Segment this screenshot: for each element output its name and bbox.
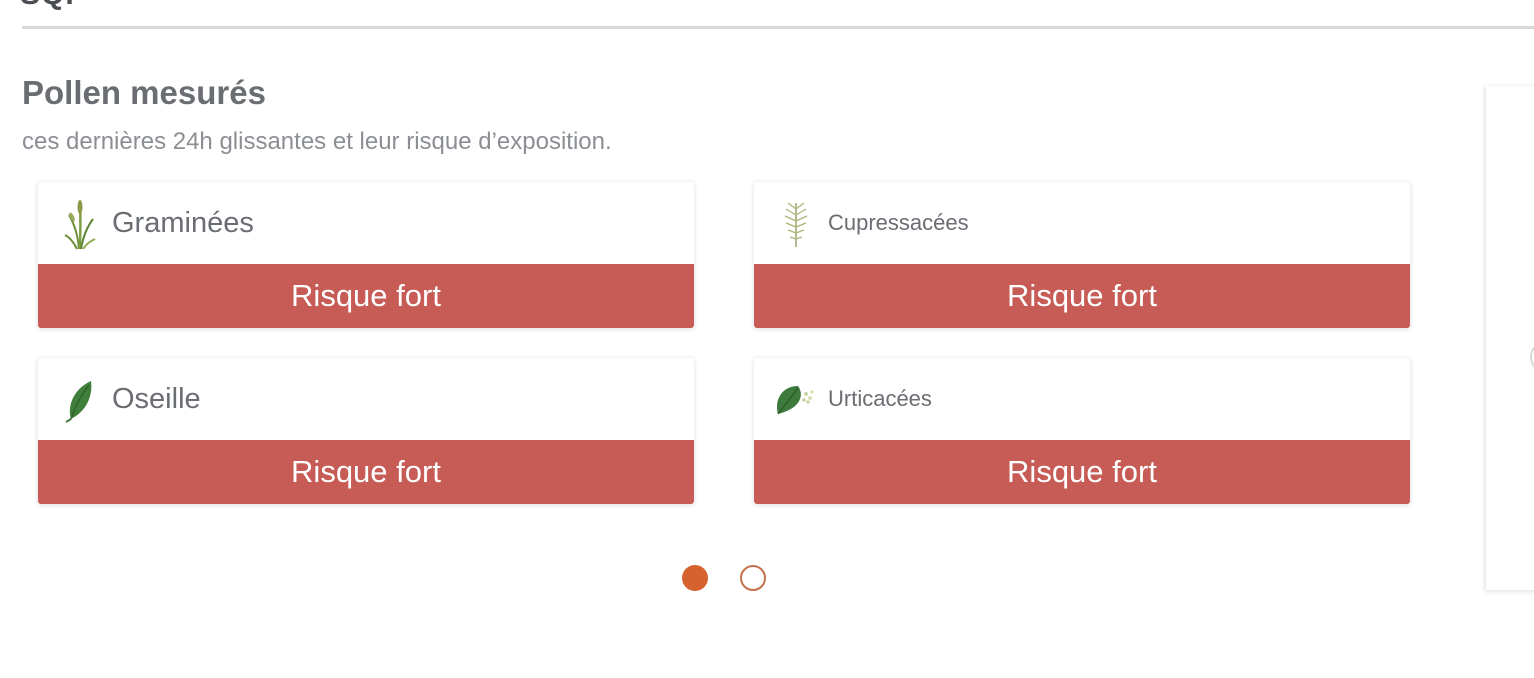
card-header: Oseille [38,358,694,440]
pollen-name: Urticacées [828,386,932,411]
cypress-icon [768,196,824,252]
pollen-name: Graminées [112,206,254,239]
section-title: Pollen mesurés [22,74,266,111]
pagination-dot-2[interactable] [740,565,766,591]
risk-level-bar: Risque fort [754,440,1410,504]
pollen-card-cupressacees[interactable]: Cupressacées Risque fort [754,182,1410,328]
pollen-name: Cupressacées [828,210,969,235]
pagination-dot-1[interactable] [682,565,708,591]
risk-level-bar: Risque fort [754,264,1410,328]
pollen-card-urticacees[interactable]: Urticacées Risque fort [754,358,1410,504]
risk-level-bar: Risque fort [38,440,694,504]
divider [22,26,1534,29]
section-subtitle: ces dernières 24h glissantes et leur ris… [22,128,612,155]
nettle-leaf-icon [768,372,824,428]
side-panel [1486,86,1534,590]
sorrel-leaf-icon [52,372,108,428]
carousel-next-icon[interactable] [1530,344,1534,370]
card-header: Urticacées [754,358,1410,440]
risk-level-bar: Risque fort [38,264,694,328]
card-header: Graminées [38,182,694,264]
pollen-card-graminees[interactable]: Graminées Risque fort [38,182,694,328]
pollen-page: SQI Pollen mesurés ces dernières 24h gli… [0,0,1534,678]
cut-heading: SQI [20,0,75,12]
carousel-pagination [682,565,766,591]
pollen-name: Oseille [112,382,201,415]
pollen-card-oseille[interactable]: Oseille Risque fort [38,358,694,504]
grass-icon [52,196,108,252]
card-header: Cupressacées [754,182,1410,264]
